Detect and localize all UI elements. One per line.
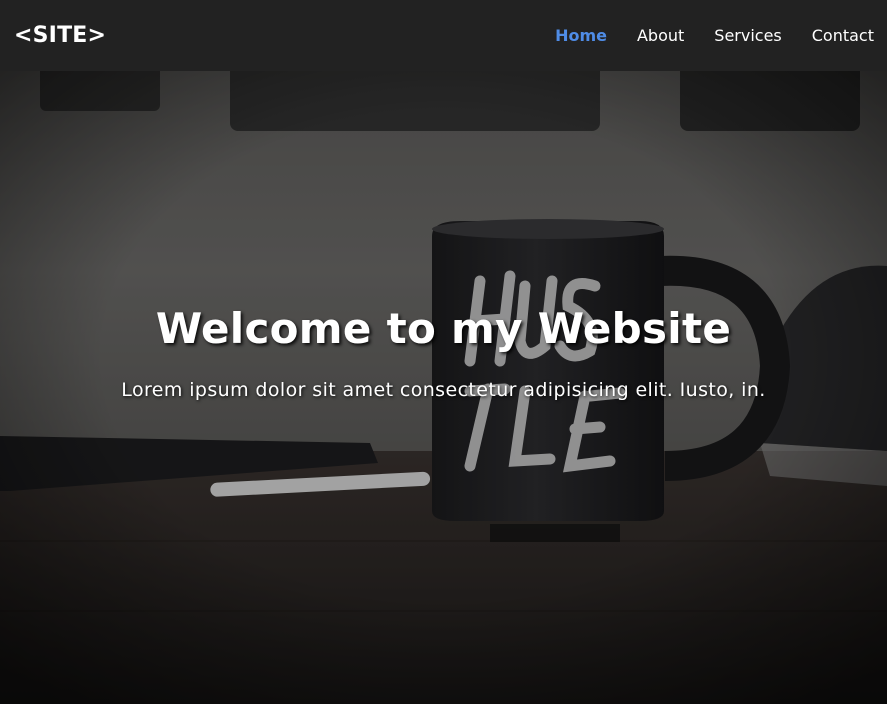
site-logo[interactable]: <SITE> [14, 23, 106, 48]
hero-subtitle: Lorem ipsum dolor sit amet consectetur a… [121, 379, 766, 401]
nav-link-about[interactable]: About [637, 26, 684, 45]
nav-link-home[interactable]: Home [555, 26, 607, 45]
hero-title: Welcome to my Website [155, 304, 732, 353]
nav-link-services[interactable]: Services [714, 26, 781, 45]
nav-links: Home About Services Contact [525, 0, 874, 71]
nav-link-contact[interactable]: Contact [812, 26, 874, 45]
hero-content: Welcome to my Website Lorem ipsum dolor … [0, 304, 887, 401]
navbar: <SITE> Home About Services Contact [0, 0, 887, 71]
hero-section: Welcome to my Website Lorem ipsum dolor … [0, 71, 887, 704]
